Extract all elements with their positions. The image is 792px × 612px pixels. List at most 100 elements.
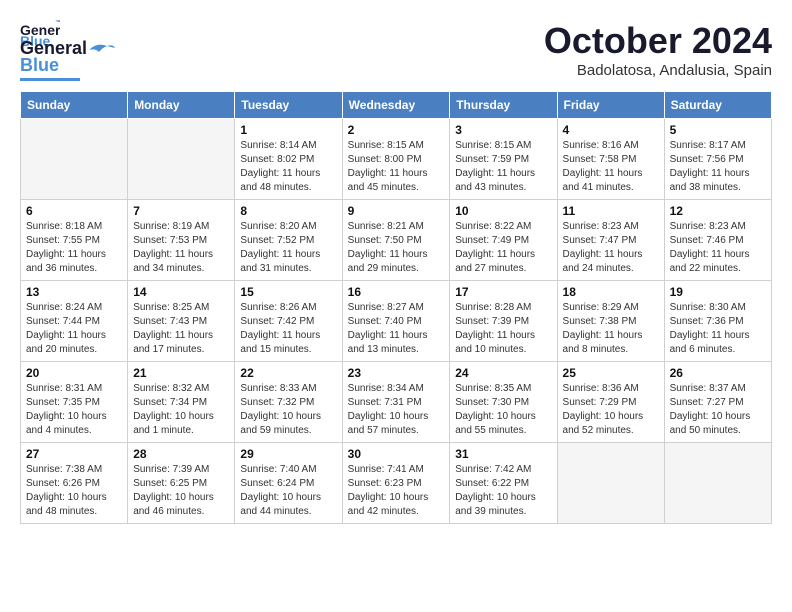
day-number: 6 [26, 204, 122, 218]
header-wednesday: Wednesday [342, 92, 450, 119]
day-number: 1 [240, 123, 336, 137]
day-number: 9 [348, 204, 445, 218]
logo: General Blue General Blue [20, 20, 115, 81]
calendar-cell: 23 Sunrise: 8:34 AMSunset: 7:31 PMDayligh… [342, 362, 450, 443]
month-title: October 2024 [544, 20, 772, 62]
calendar-week-row: 27 Sunrise: 7:38 AMSunset: 6:26 PMDayligh… [21, 443, 772, 524]
day-info: Sunrise: 8:20 AMSunset: 7:52 PMDaylight:… [240, 220, 336, 276]
logo-blue: Blue [20, 55, 59, 76]
day-number: 8 [240, 204, 336, 218]
day-info: Sunrise: 7:38 AMSunset: 6:26 PMDaylight:… [26, 463, 122, 519]
day-info: Sunrise: 8:15 AMSunset: 8:00 PMDaylight:… [348, 139, 445, 195]
day-number: 14 [133, 285, 229, 299]
calendar-cell: 10Sunrise: 8:22 AMSunset: 7:49 PMDayligh… [450, 200, 557, 281]
header-tuesday: Tuesday [235, 92, 342, 119]
day-number: 31 [455, 447, 551, 461]
day-info: Sunrise: 8:25 AMSunset: 7:43 PMDaylight:… [133, 301, 229, 357]
calendar-cell [21, 119, 128, 200]
logo-underline [20, 78, 80, 81]
day-number: 25 [563, 366, 659, 380]
day-number: 30 [348, 447, 445, 461]
calendar-cell: 7 Sunrise: 8:19 AMSunset: 7:53 PMDaylight… [128, 200, 235, 281]
day-info: Sunrise: 8:16 AMSunset: 7:58 PMDaylight:… [563, 139, 659, 195]
day-number: 21 [133, 366, 229, 380]
calendar-cell: 26Sunrise: 8:37 AMSunset: 7:27 PMDayligh… [664, 362, 771, 443]
day-number: 29 [240, 447, 336, 461]
day-info: Sunrise: 8:34 AMSunset: 7:31 PMDaylight:… [348, 382, 445, 438]
day-number: 20 [26, 366, 122, 380]
day-number: 16 [348, 285, 445, 299]
day-info: Sunrise: 8:26 AMSunset: 7:42 PMDaylight:… [240, 301, 336, 357]
calendar-week-row: 6 Sunrise: 8:18 AMSunset: 7:55 PMDaylight… [21, 200, 772, 281]
calendar-cell: 20 Sunrise: 8:31 AMSunset: 7:35 PMDayligh… [21, 362, 128, 443]
header-monday: Monday [128, 92, 235, 119]
calendar-cell: 30 Sunrise: 7:41 AMSunset: 6:23 PMDayligh… [342, 443, 450, 524]
day-number: 2 [348, 123, 445, 137]
calendar-cell: 4 Sunrise: 8:16 AMSunset: 7:58 PMDaylight… [557, 119, 664, 200]
day-info: Sunrise: 8:23 AMSunset: 7:46 PMDaylight:… [670, 220, 766, 276]
day-info: Sunrise: 7:40 AMSunset: 6:24 PMDaylight:… [240, 463, 336, 519]
day-number: 7 [133, 204, 229, 218]
day-number: 27 [26, 447, 122, 461]
day-info: Sunrise: 8:31 AMSunset: 7:35 PMDaylight:… [26, 382, 122, 438]
title-section: October 2024 Badolatosa, Andalusia, Spai… [544, 20, 772, 79]
calendar-cell: 2 Sunrise: 8:15 AMSunset: 8:00 PMDaylight… [342, 119, 450, 200]
calendar-cell: 8 Sunrise: 8:20 AMSunset: 7:52 PMDaylight… [235, 200, 342, 281]
day-number: 24 [455, 366, 551, 380]
page-header: General Blue General Blue October 2024 B… [20, 20, 772, 81]
day-number: 22 [240, 366, 336, 380]
calendar-cell: 24 Sunrise: 8:35 AMSunset: 7:30 PMDayligh… [450, 362, 557, 443]
day-info: Sunrise: 8:17 AMSunset: 7:56 PMDaylight:… [670, 139, 766, 195]
calendar-cell [128, 119, 235, 200]
calendar-cell: 1Sunrise: 8:14 AMSunset: 8:02 PMDaylight… [235, 119, 342, 200]
day-info: Sunrise: 7:39 AMSunset: 6:25 PMDaylight:… [133, 463, 229, 519]
calendar-cell: 14 Sunrise: 8:25 AMSunset: 7:43 PMDayligh… [128, 281, 235, 362]
day-info: Sunrise: 8:32 AMSunset: 7:34 PMDaylight:… [133, 382, 229, 438]
calendar-cell: 17Sunrise: 8:28 AMSunset: 7:39 PMDayligh… [450, 281, 557, 362]
header-thursday: Thursday [450, 92, 557, 119]
calendar-cell: 25 Sunrise: 8:36 AMSunset: 7:29 PMDayligh… [557, 362, 664, 443]
calendar-cell: 5Sunrise: 8:17 AMSunset: 7:56 PMDaylight… [664, 119, 771, 200]
day-number: 17 [455, 285, 551, 299]
calendar-cell: 21 Sunrise: 8:32 AMSunset: 7:34 PMDayligh… [128, 362, 235, 443]
day-info: Sunrise: 7:41 AMSunset: 6:23 PMDaylight:… [348, 463, 445, 519]
day-number: 12 [670, 204, 766, 218]
calendar-week-row: 1Sunrise: 8:14 AMSunset: 8:02 PMDaylight… [21, 119, 772, 200]
calendar-cell: 16 Sunrise: 8:27 AMSunset: 7:40 PMDayligh… [342, 281, 450, 362]
day-info: Sunrise: 8:29 AMSunset: 7:38 PMDaylight:… [563, 301, 659, 357]
day-info: Sunrise: 8:33 AMSunset: 7:32 PMDaylight:… [240, 382, 336, 438]
day-number: 28 [133, 447, 229, 461]
calendar-header-row: Sunday Monday Tuesday Wednesday Thursday… [21, 92, 772, 119]
day-info: Sunrise: 7:42 AMSunset: 6:22 PMDaylight:… [455, 463, 551, 519]
day-info: Sunrise: 8:18 AMSunset: 7:55 PMDaylight:… [26, 220, 122, 276]
location-subtitle: Badolatosa, Andalusia, Spain [544, 62, 772, 79]
day-number: 13 [26, 285, 122, 299]
calendar-cell: 3 Sunrise: 8:15 AMSunset: 7:59 PMDaylight… [450, 119, 557, 200]
calendar-cell: 13 Sunrise: 8:24 AMSunset: 7:44 PMDayligh… [21, 281, 128, 362]
day-number: 19 [670, 285, 766, 299]
header-saturday: Saturday [664, 92, 771, 119]
day-number: 4 [563, 123, 659, 137]
day-number: 15 [240, 285, 336, 299]
day-info: Sunrise: 8:30 AMSunset: 7:36 PMDaylight:… [670, 301, 766, 357]
calendar-cell: 22 Sunrise: 8:33 AMSunset: 7:32 PMDayligh… [235, 362, 342, 443]
day-info: Sunrise: 8:36 AMSunset: 7:29 PMDaylight:… [563, 382, 659, 438]
bird-icon [87, 40, 115, 58]
calendar-cell: 12 Sunrise: 8:23 AMSunset: 7:46 PMDayligh… [664, 200, 771, 281]
day-number: 3 [455, 123, 551, 137]
day-number: 26 [670, 366, 766, 380]
calendar-table: Sunday Monday Tuesday Wednesday Thursday… [20, 91, 772, 524]
calendar-cell: 28 Sunrise: 7:39 AMSunset: 6:25 PMDayligh… [128, 443, 235, 524]
calendar-week-row: 13 Sunrise: 8:24 AMSunset: 7:44 PMDayligh… [21, 281, 772, 362]
day-info: Sunrise: 8:24 AMSunset: 7:44 PMDaylight:… [26, 301, 122, 357]
day-info: Sunrise: 8:15 AMSunset: 7:59 PMDaylight:… [455, 139, 551, 195]
calendar-cell: 18 Sunrise: 8:29 AMSunset: 7:38 PMDayligh… [557, 281, 664, 362]
day-info: Sunrise: 8:27 AMSunset: 7:40 PMDaylight:… [348, 301, 445, 357]
day-number: 18 [563, 285, 659, 299]
calendar-cell: 29 Sunrise: 7:40 AMSunset: 6:24 PMDayligh… [235, 443, 342, 524]
day-number: 23 [348, 366, 445, 380]
day-info: Sunrise: 8:23 AMSunset: 7:47 PMDaylight:… [563, 220, 659, 276]
day-info: Sunrise: 8:35 AMSunset: 7:30 PMDaylight:… [455, 382, 551, 438]
calendar-cell [664, 443, 771, 524]
day-info: Sunrise: 8:19 AMSunset: 7:53 PMDaylight:… [133, 220, 229, 276]
